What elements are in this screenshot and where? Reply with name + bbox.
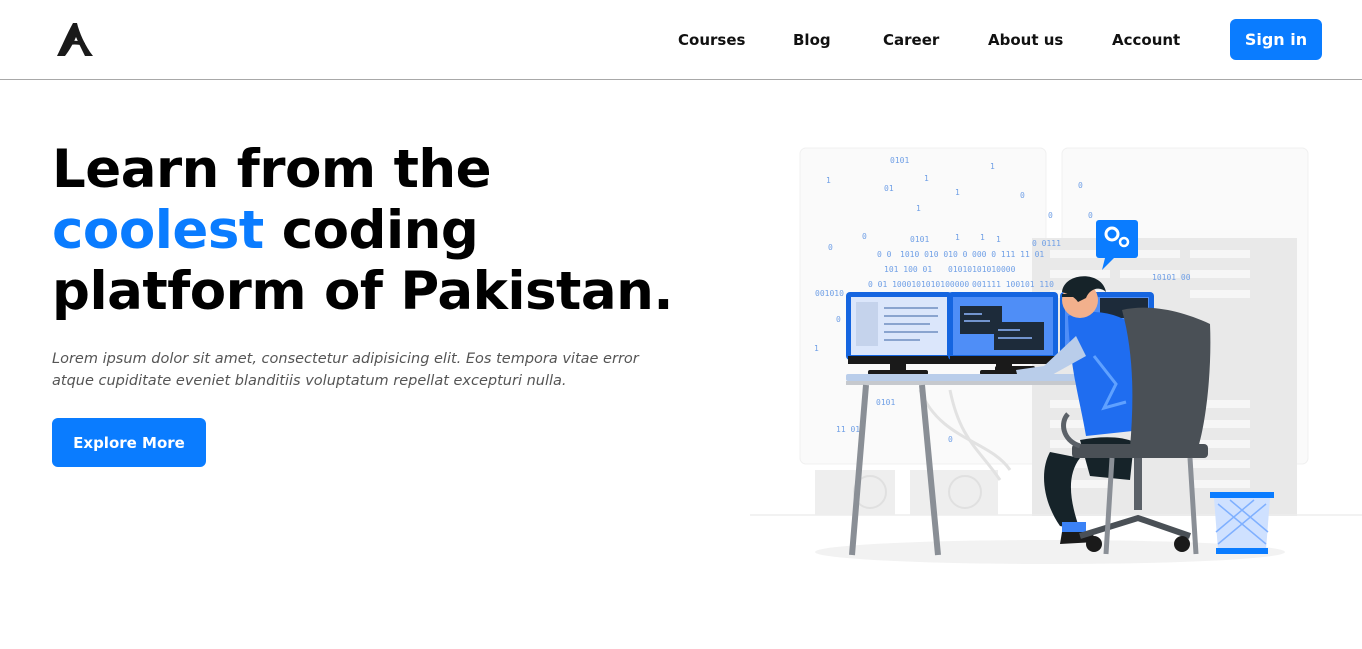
binary-text: 1 xyxy=(955,233,960,242)
binary-text: 0101 xyxy=(890,156,909,165)
binary-text: 01 xyxy=(884,184,894,193)
main-nav: Courses Blog Career About us Account xyxy=(0,0,1362,80)
nav-link-about-us[interactable]: About us xyxy=(988,31,1063,49)
navbar: Courses Blog Career About us Account Sig… xyxy=(0,0,1362,80)
binary-text: 1 xyxy=(955,188,960,197)
hero-title: Learn from the coolest coding platform o… xyxy=(52,139,692,322)
binary-text: 1 xyxy=(996,235,1001,244)
binary-text: 1 xyxy=(916,204,921,213)
binary-text: 0 xyxy=(948,435,953,444)
binary-text: 1 xyxy=(980,233,985,242)
binary-text: 01010101010000 xyxy=(948,265,1016,274)
binary-text: 101 100 01 xyxy=(884,265,932,274)
binary-text: 0101 xyxy=(910,235,929,244)
binary-text: 10101 00 xyxy=(1152,273,1191,282)
binary-text: 1010 010 010 0 xyxy=(900,250,968,259)
binary-text: 1 xyxy=(814,344,819,353)
binary-text: 0 xyxy=(1088,211,1093,220)
monitor-left xyxy=(846,292,952,375)
nav-link-account[interactable]: Account xyxy=(1112,31,1180,49)
binary-text: 0 01 1000101010100000 xyxy=(868,280,969,289)
nav-link-courses[interactable]: Courses xyxy=(678,31,745,49)
hero-description: Lorem ipsum dolor sit amet, consectetur … xyxy=(52,351,639,389)
binary-text: 0 xyxy=(1048,211,1053,220)
developer-at-desk-illustration: 0101 1 01 1 1 0 1 0 0 1 0 0101 1 1 1 0 0… xyxy=(750,140,1362,570)
binary-text: 0 xyxy=(828,243,833,252)
hero-title-accent: coolest xyxy=(52,200,264,261)
binary-text: 000 0 111 11 01 xyxy=(972,250,1044,259)
binary-text: 0 0 xyxy=(877,250,892,259)
nav-link-career[interactable]: Career xyxy=(883,31,939,49)
binary-text: 0 0111 xyxy=(1032,239,1061,248)
nav-link-blog[interactable]: Blog xyxy=(793,31,831,49)
binary-text: 1 xyxy=(990,162,995,171)
hero-title-part-1: Learn from the xyxy=(52,139,492,200)
binary-text: 0101 xyxy=(876,398,895,407)
binary-text: 0 xyxy=(1020,191,1025,200)
sign-in-button[interactable]: Sign in xyxy=(1230,19,1322,60)
monitor-center xyxy=(948,292,1058,375)
binary-text: 0 xyxy=(1078,181,1083,190)
binary-text: 11 01 xyxy=(836,425,860,434)
binary-text: 001111 100101 110 xyxy=(972,280,1054,289)
explore-more-button[interactable]: Explore More xyxy=(52,418,206,467)
binary-text: 0 xyxy=(862,232,867,241)
binary-text: 1 xyxy=(826,176,831,185)
waste-basket-icon xyxy=(1210,492,1274,554)
binary-text: 0 xyxy=(836,315,841,324)
binary-text: 001010 xyxy=(815,289,844,298)
binary-text: 1 xyxy=(924,174,929,183)
